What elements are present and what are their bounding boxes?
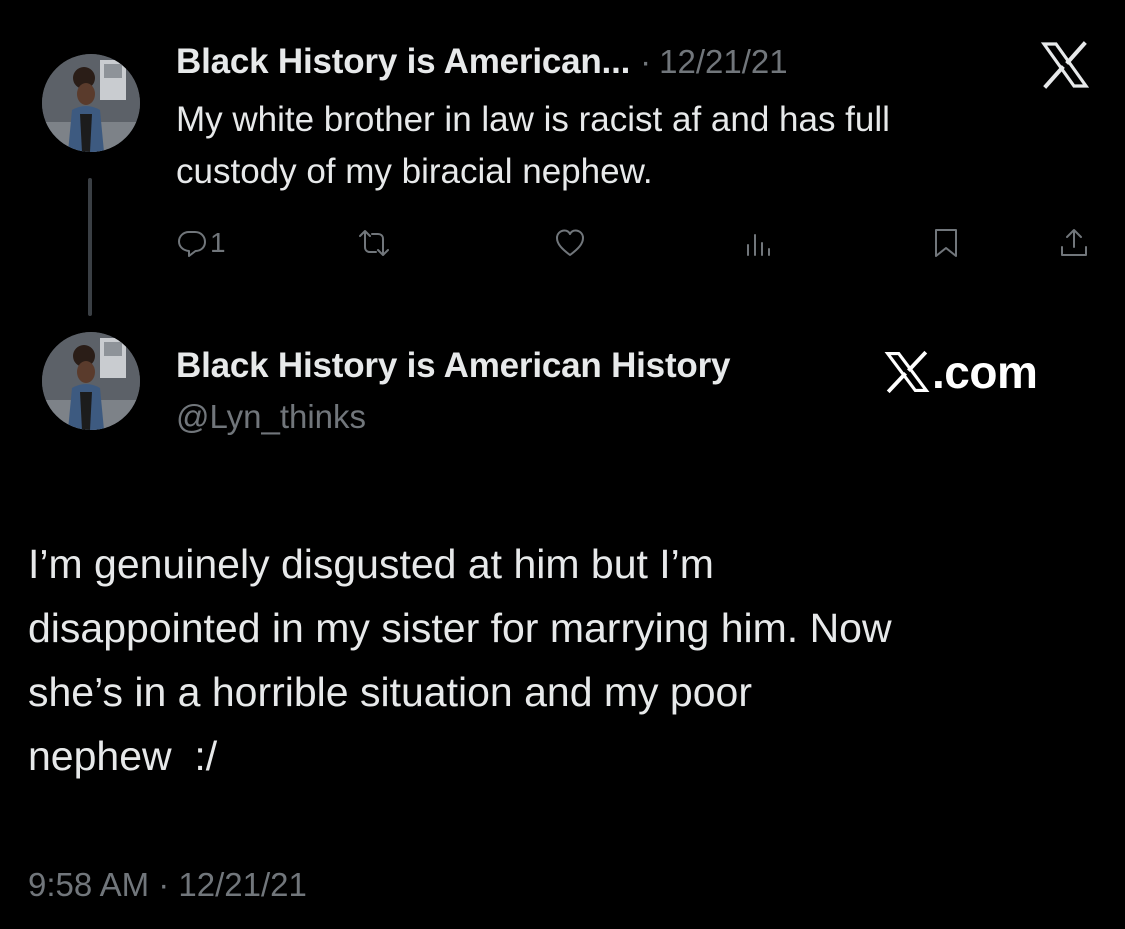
repost-button[interactable] xyxy=(358,222,390,264)
tweet-timestamp[interactable]: 9:58 AM · 12/21/21 xyxy=(28,866,307,904)
share-icon xyxy=(1061,229,1087,256)
avatar[interactable] xyxy=(42,54,140,152)
reply-icon xyxy=(178,231,206,257)
main-author-handle[interactable]: @Lyn_thinks xyxy=(176,398,366,436)
like-button[interactable] xyxy=(554,222,586,264)
reply-text-line: My white brother in law is racist af and… xyxy=(176,100,890,139)
reply-button[interactable]: 1 xyxy=(176,222,226,264)
main-text-line: she’s in a horrible situation and my poo… xyxy=(28,669,752,715)
reply-tweet-header: Black History is American... · 12/21/21 xyxy=(176,38,788,86)
header-separator: · xyxy=(640,43,652,80)
share-button[interactable] xyxy=(1058,222,1090,264)
main-tweet-text: I’m genuinely disgusted at him but I’m d… xyxy=(28,532,1088,788)
reply-author-name[interactable]: Black History is American... xyxy=(176,42,630,82)
x-logo-icon xyxy=(884,350,930,394)
reply-date[interactable]: 12/21/21 xyxy=(659,43,787,81)
x-logo-icon xyxy=(1040,40,1090,90)
xcom-branding: .com xyxy=(884,340,1038,404)
repost-icon xyxy=(359,230,389,256)
reply-tweet-text: My white brother in law is racist af and… xyxy=(176,94,1076,198)
views-icon xyxy=(747,234,770,256)
reply-text-line: custody of my biracial nephew. xyxy=(176,152,653,191)
main-text-line: nephew :/ xyxy=(28,733,218,779)
bookmark-icon xyxy=(935,229,957,257)
main-avatar[interactable] xyxy=(42,332,140,430)
reply-count: 1 xyxy=(210,227,226,258)
main-text-line: disappointed in my sister for marrying h… xyxy=(28,605,892,651)
heart-icon xyxy=(556,229,584,256)
thread-connector-line xyxy=(88,178,92,316)
bookmark-button[interactable] xyxy=(930,222,962,264)
main-text-line: I’m genuinely disgusted at him but I’m xyxy=(28,541,714,587)
views-button[interactable] xyxy=(744,222,776,264)
xcom-text: .com xyxy=(932,346,1038,398)
main-author-name[interactable]: Black History is American History xyxy=(176,346,730,386)
